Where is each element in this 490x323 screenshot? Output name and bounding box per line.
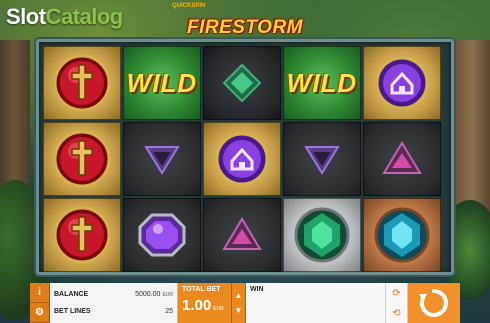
- info-icon[interactable]: i: [30, 283, 49, 303]
- bet-lines-label: BET LINES: [54, 308, 91, 315]
- total-bet-currency: EUR: [213, 306, 224, 312]
- triangle-up-magenta-dark-icon: [382, 141, 422, 174]
- gear-icon[interactable]: ⚙: [30, 303, 49, 323]
- triangle-down-purple-dark-icon: [304, 146, 340, 175]
- reel-cell: [203, 122, 281, 196]
- reel-cell: [43, 198, 121, 272]
- reel-cell: [43, 122, 121, 196]
- reel-grid: WILD WILD: [43, 46, 441, 272]
- total-bet-panel[interactable]: TOTAL BET 1.00 EUR: [178, 283, 232, 323]
- cross-gem-red-icon: [53, 130, 111, 188]
- reel-cell: [123, 198, 201, 272]
- reel-cell: WILD: [283, 46, 361, 120]
- bet-lines-row: BET LINES 25: [54, 308, 173, 315]
- balance-row: BALANCE 5000.00 EUR: [54, 291, 173, 298]
- info-settings-column: i ⚙: [30, 283, 50, 323]
- triangle-up-magenta-dark-icon: [222, 217, 262, 250]
- cross-gem-red-icon: [53, 206, 111, 264]
- bet-lines-value: 25: [165, 308, 173, 315]
- reel-cell: [203, 46, 281, 120]
- logo-part-a: Slot: [6, 4, 46, 29]
- autoplay-icon[interactable]: ⟳: [392, 288, 400, 299]
- balance-label: BALANCE: [54, 291, 89, 298]
- control-bar: i ⚙ BALANCE 5000.00 EUR BET LINES 25 TOTA…: [30, 283, 460, 323]
- octagon-gem-purple-icon: [138, 213, 186, 257]
- gem-teal-copper-icon: [374, 207, 430, 263]
- reel-cell: [283, 122, 361, 196]
- balance-value: 5000.00: [135, 291, 161, 298]
- bet-adjust: ▲ ▼: [232, 283, 246, 323]
- reel-cell: [123, 122, 201, 196]
- house-gem-purple-icon: [375, 56, 429, 110]
- reel-cell: [43, 46, 121, 120]
- spin-arrow-icon: [419, 289, 448, 317]
- reel-cell: WILD: [123, 46, 201, 120]
- logo-part-b: Catalog: [45, 4, 124, 29]
- autoplay-column: ⟳ ⟲: [386, 283, 408, 323]
- diamond-green-dark-icon: [222, 63, 262, 103]
- provider-logo: QUICKSPIN: [172, 3, 206, 9]
- balance-panel: BALANCE 5000.00 EUR BET LINES 25: [50, 283, 178, 323]
- cross-gem-red-icon: [53, 54, 111, 112]
- bet-down-icon[interactable]: ▼: [235, 306, 243, 315]
- win-label: WIN: [250, 286, 264, 293]
- spin-button[interactable]: [408, 283, 460, 323]
- reel-cell: [363, 198, 441, 272]
- site-watermark-logo: SlotCatalog: [6, 4, 123, 30]
- reel-frame: WILD WILD: [36, 39, 454, 275]
- total-bet-value: 1.00: [182, 297, 212, 314]
- reel-cell: [203, 198, 281, 272]
- game-title: FIRESTORM: [186, 17, 304, 38]
- triangle-down-purple-dark-icon: [144, 146, 180, 175]
- bet-up-icon[interactable]: ▲: [235, 291, 243, 300]
- total-bet-label: TOTAL BET: [182, 286, 221, 293]
- reel-cell: [363, 122, 441, 196]
- quickspin-icon[interactable]: ⟲: [392, 308, 400, 319]
- reel-cell: [363, 46, 441, 120]
- win-panel: WIN: [246, 283, 386, 323]
- balance-currency: EUR: [162, 292, 173, 298]
- house-gem-purple-icon: [215, 132, 269, 186]
- reel-cell: [283, 198, 361, 272]
- wild-symbol: WILD: [126, 67, 198, 98]
- gem-green-silver-icon: [294, 207, 350, 263]
- wild-symbol: WILD: [286, 67, 358, 98]
